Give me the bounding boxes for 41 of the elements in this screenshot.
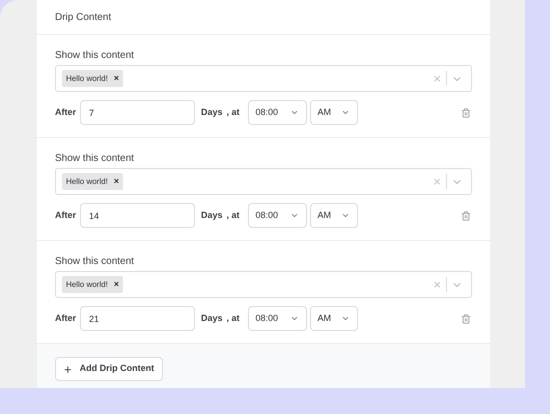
content-select[interactable]: Hello world! × × [55, 271, 472, 298]
tag-remove[interactable]: × [114, 177, 120, 186]
after-label: After [55, 106, 78, 119]
chevron-icon [340, 211, 350, 220]
days-input[interactable]: 21 [80, 306, 195, 331]
at-label: , at [226, 312, 240, 325]
after-label: After [55, 208, 78, 222]
content-select[interactable]: Hello world! × × [55, 168, 472, 195]
days-label: Days [201, 312, 223, 325]
days-label: Days [201, 208, 223, 222]
meridiem-select[interactable]: AM [310, 100, 358, 125]
field-label: Show this content [55, 153, 135, 165]
add-drip-button[interactable]: + Add Drip Content [55, 357, 164, 381]
chevron-icon [290, 314, 299, 323]
after-label: After [55, 312, 78, 325]
days-label: Days [201, 106, 223, 119]
delete-icon[interactable] [461, 210, 471, 220]
tag-text: Hello world! [66, 176, 108, 188]
time-select[interactable]: 08:00 [248, 203, 307, 228]
chevron-icon [340, 314, 350, 323]
chevron-icon [290, 108, 299, 117]
tag-text: Hello world! [66, 72, 108, 84]
tag-remove[interactable]: × [114, 74, 120, 83]
delete-icon[interactable] [461, 108, 471, 118]
delete-icon[interactable] [461, 314, 471, 324]
panel-title: Drip Content [55, 10, 112, 24]
at-label: , at [226, 106, 240, 119]
field-label: Show this content [55, 50, 135, 62]
field-label: Show this content [55, 256, 135, 268]
meridiem-select[interactable]: AM [310, 203, 358, 228]
time-select[interactable]: 08:00 [248, 100, 307, 125]
meridiem-select[interactable]: AM [310, 306, 358, 331]
time-select[interactable]: 08:00 [248, 306, 307, 331]
chevron-icon [340, 108, 350, 117]
tag-text: Hello world! [66, 278, 108, 290]
at-label: , at [226, 208, 240, 222]
chevron-icon [290, 211, 299, 220]
content-select[interactable]: Hello world! × × [55, 65, 472, 92]
days-input[interactable]: 7 [80, 100, 195, 125]
tag-remove[interactable]: × [114, 280, 120, 289]
days-input[interactable]: 14 [80, 203, 195, 228]
